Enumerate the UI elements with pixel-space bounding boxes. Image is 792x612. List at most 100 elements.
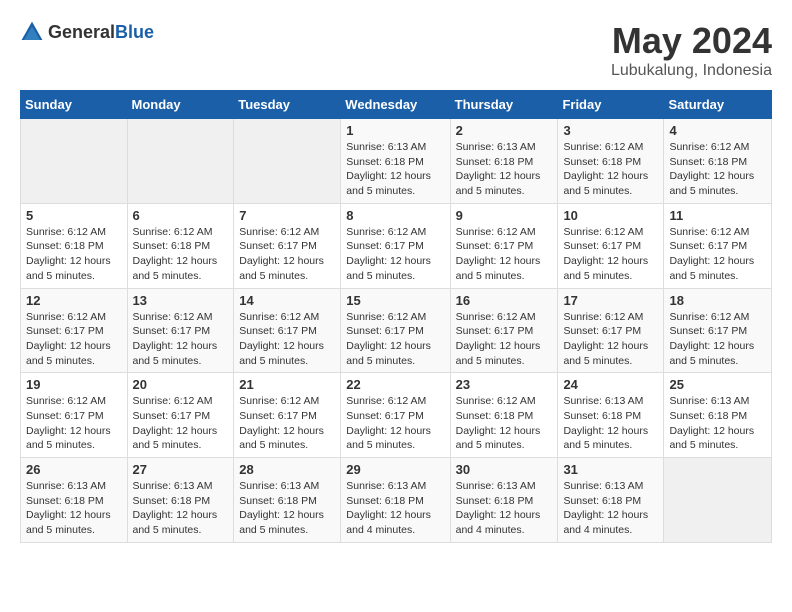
month-title: May 2024 bbox=[611, 20, 772, 62]
cell-info-line: Sunset: 6:17 PM bbox=[239, 239, 335, 254]
cell-info-line: Daylight: 12 hours bbox=[26, 254, 122, 269]
cell-info-line: Sunrise: 6:13 AM bbox=[669, 394, 766, 409]
cell-info-line: and 5 minutes. bbox=[563, 269, 658, 284]
cell-info-line: and 5 minutes. bbox=[669, 269, 766, 284]
cell-info-line: Sunrise: 6:12 AM bbox=[239, 225, 335, 240]
calendar-cell: 21Sunrise: 6:12 AMSunset: 6:17 PMDayligh… bbox=[234, 373, 341, 458]
cell-info-line: Daylight: 12 hours bbox=[563, 424, 658, 439]
cell-info-line: Sunset: 6:17 PM bbox=[26, 324, 122, 339]
cell-info-line: and 4 minutes. bbox=[346, 523, 444, 538]
cell-info-line: and 5 minutes. bbox=[133, 438, 229, 453]
day-number: 4 bbox=[669, 123, 766, 138]
cell-info-line: Daylight: 12 hours bbox=[456, 339, 553, 354]
logo-text: GeneralBlue bbox=[48, 22, 154, 43]
cell-info-line: Sunset: 6:17 PM bbox=[669, 324, 766, 339]
cell-info-line: and 5 minutes. bbox=[456, 438, 553, 453]
header-friday: Friday bbox=[558, 91, 664, 119]
cell-info-line: Sunrise: 6:12 AM bbox=[669, 140, 766, 155]
logo: GeneralBlue bbox=[20, 20, 154, 44]
cell-info-line: Sunrise: 6:12 AM bbox=[669, 225, 766, 240]
calendar-cell: 3Sunrise: 6:12 AMSunset: 6:18 PMDaylight… bbox=[558, 119, 664, 204]
calendar-cell: 15Sunrise: 6:12 AMSunset: 6:17 PMDayligh… bbox=[341, 288, 450, 373]
cell-info-line: Sunrise: 6:12 AM bbox=[26, 225, 122, 240]
calendar-cell: 8Sunrise: 6:12 AMSunset: 6:17 PMDaylight… bbox=[341, 203, 450, 288]
cell-info-line: Sunset: 6:17 PM bbox=[346, 324, 444, 339]
day-number: 18 bbox=[669, 293, 766, 308]
cell-info-line: and 5 minutes. bbox=[239, 269, 335, 284]
cell-info-line: Daylight: 12 hours bbox=[563, 254, 658, 269]
cell-info-line: Daylight: 12 hours bbox=[239, 339, 335, 354]
day-number: 14 bbox=[239, 293, 335, 308]
day-number: 23 bbox=[456, 377, 553, 392]
cell-info-line: Daylight: 12 hours bbox=[239, 424, 335, 439]
cell-info-line: and 5 minutes. bbox=[26, 269, 122, 284]
calendar-cell: 18Sunrise: 6:12 AMSunset: 6:17 PMDayligh… bbox=[664, 288, 772, 373]
cell-info-line: Sunset: 6:18 PM bbox=[133, 239, 229, 254]
day-number: 5 bbox=[26, 208, 122, 223]
calendar-cell: 10Sunrise: 6:12 AMSunset: 6:17 PMDayligh… bbox=[558, 203, 664, 288]
cell-info-line: and 5 minutes. bbox=[669, 354, 766, 369]
calendar-cell: 5Sunrise: 6:12 AMSunset: 6:18 PMDaylight… bbox=[21, 203, 128, 288]
calendar-week-row: 1Sunrise: 6:13 AMSunset: 6:18 PMDaylight… bbox=[21, 119, 772, 204]
calendar-cell: 9Sunrise: 6:12 AMSunset: 6:17 PMDaylight… bbox=[450, 203, 558, 288]
day-number: 22 bbox=[346, 377, 444, 392]
calendar-cell: 23Sunrise: 6:12 AMSunset: 6:18 PMDayligh… bbox=[450, 373, 558, 458]
cell-info-line: Sunset: 6:17 PM bbox=[346, 239, 444, 254]
cell-info-line: and 5 minutes. bbox=[346, 184, 444, 199]
cell-info-line: Sunrise: 6:12 AM bbox=[239, 310, 335, 325]
cell-info-line: Daylight: 12 hours bbox=[346, 339, 444, 354]
calendar-cell: 24Sunrise: 6:13 AMSunset: 6:18 PMDayligh… bbox=[558, 373, 664, 458]
calendar-cell: 4Sunrise: 6:12 AMSunset: 6:18 PMDaylight… bbox=[664, 119, 772, 204]
calendar-cell: 12Sunrise: 6:12 AMSunset: 6:17 PMDayligh… bbox=[21, 288, 128, 373]
cell-info-line: Daylight: 12 hours bbox=[669, 169, 766, 184]
day-number: 28 bbox=[239, 462, 335, 477]
cell-info-line: Daylight: 12 hours bbox=[456, 424, 553, 439]
cell-info-line: Sunset: 6:18 PM bbox=[26, 494, 122, 509]
cell-info-line: Daylight: 12 hours bbox=[456, 254, 553, 269]
cell-info-line: and 5 minutes. bbox=[563, 184, 658, 199]
header-sunday: Sunday bbox=[21, 91, 128, 119]
cell-info-line: and 5 minutes. bbox=[26, 354, 122, 369]
cell-info-line: Sunset: 6:18 PM bbox=[133, 494, 229, 509]
calendar-cell: 13Sunrise: 6:12 AMSunset: 6:17 PMDayligh… bbox=[127, 288, 234, 373]
cell-info-line: and 5 minutes. bbox=[239, 438, 335, 453]
cell-info-line: Sunset: 6:18 PM bbox=[669, 409, 766, 424]
cell-info-line: Sunrise: 6:12 AM bbox=[239, 394, 335, 409]
calendar-cell: 30Sunrise: 6:13 AMSunset: 6:18 PMDayligh… bbox=[450, 458, 558, 543]
calendar-cell bbox=[234, 119, 341, 204]
day-number: 11 bbox=[669, 208, 766, 223]
cell-info-line: Sunrise: 6:13 AM bbox=[456, 479, 553, 494]
cell-info-line: and 4 minutes. bbox=[456, 523, 553, 538]
cell-info-line: Sunrise: 6:12 AM bbox=[346, 310, 444, 325]
calendar-cell: 6Sunrise: 6:12 AMSunset: 6:18 PMDaylight… bbox=[127, 203, 234, 288]
calendar-week-row: 12Sunrise: 6:12 AMSunset: 6:17 PMDayligh… bbox=[21, 288, 772, 373]
cell-info-line: Daylight: 12 hours bbox=[26, 508, 122, 523]
day-number: 7 bbox=[239, 208, 335, 223]
day-number: 9 bbox=[456, 208, 553, 223]
calendar-cell: 22Sunrise: 6:12 AMSunset: 6:17 PMDayligh… bbox=[341, 373, 450, 458]
cell-info-line: Sunrise: 6:12 AM bbox=[133, 394, 229, 409]
calendar-cell: 19Sunrise: 6:12 AMSunset: 6:17 PMDayligh… bbox=[21, 373, 128, 458]
calendar-cell: 11Sunrise: 6:12 AMSunset: 6:17 PMDayligh… bbox=[664, 203, 772, 288]
day-number: 20 bbox=[133, 377, 229, 392]
calendar-week-row: 19Sunrise: 6:12 AMSunset: 6:17 PMDayligh… bbox=[21, 373, 772, 458]
cell-info-line: and 5 minutes. bbox=[346, 438, 444, 453]
day-number: 21 bbox=[239, 377, 335, 392]
calendar-cell: 28Sunrise: 6:13 AMSunset: 6:18 PMDayligh… bbox=[234, 458, 341, 543]
cell-info-line: and 5 minutes. bbox=[133, 523, 229, 538]
cell-info-line: Sunrise: 6:12 AM bbox=[346, 394, 444, 409]
cell-info-line: Sunset: 6:18 PM bbox=[563, 409, 658, 424]
cell-info-line: Daylight: 12 hours bbox=[26, 339, 122, 354]
logo-icon bbox=[20, 20, 44, 44]
day-number: 26 bbox=[26, 462, 122, 477]
calendar-cell: 20Sunrise: 6:12 AMSunset: 6:17 PMDayligh… bbox=[127, 373, 234, 458]
cell-info-line: Sunrise: 6:13 AM bbox=[563, 479, 658, 494]
cell-info-line: Daylight: 12 hours bbox=[133, 339, 229, 354]
cell-info-line: Daylight: 12 hours bbox=[133, 424, 229, 439]
calendar-cell: 17Sunrise: 6:12 AMSunset: 6:17 PMDayligh… bbox=[558, 288, 664, 373]
cell-info-line: Sunrise: 6:12 AM bbox=[133, 225, 229, 240]
cell-info-line: Sunset: 6:17 PM bbox=[133, 324, 229, 339]
cell-info-line: Sunset: 6:18 PM bbox=[239, 494, 335, 509]
cell-info-line: Sunrise: 6:13 AM bbox=[346, 479, 444, 494]
cell-info-line: Sunset: 6:17 PM bbox=[456, 324, 553, 339]
